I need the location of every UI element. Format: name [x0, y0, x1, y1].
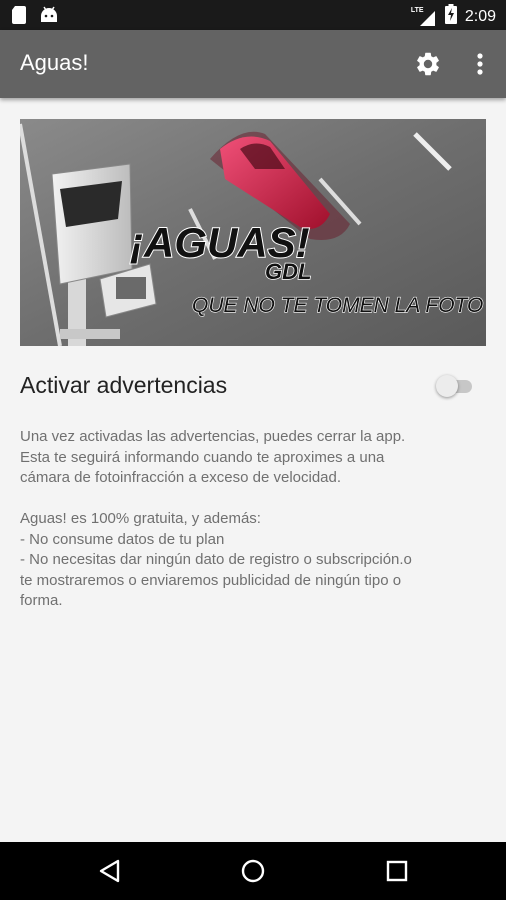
description-line: Aguas! es 100% gratuita, y además:	[20, 510, 261, 527]
description-line: - No necesitas dar ningún dato de regist…	[20, 551, 412, 568]
app-title: Aguas!	[20, 50, 89, 75]
promo-banner: ¡AGUAS! GDL QUE NO TE TOMEN LA FOTO	[20, 119, 486, 346]
navigation-bar	[0, 842, 506, 900]
recents-icon[interactable]	[382, 856, 412, 886]
banner-tagline: QUE NO TE TOMEN LA FOTO	[192, 294, 483, 317]
app-bar: Aguas!	[0, 30, 506, 98]
description-line: te mostraremos o enviaremos publicidad d…	[20, 571, 402, 589]
description-line: cámara de fotoinfracción a exceso de vel…	[20, 469, 342, 486]
lte-signal-icon: LTE	[411, 7, 437, 27]
banner-subhead: GDL	[265, 259, 311, 284]
home-icon[interactable]	[238, 856, 268, 886]
activate-warnings-label: Activar advertencias	[20, 372, 228, 398]
overflow-menu-icon[interactable]	[470, 50, 490, 78]
activate-warnings-switch[interactable]	[436, 374, 476, 398]
description-line: Esta te seguirá informando cuando te apr…	[20, 448, 385, 466]
sd-card-icon	[12, 6, 26, 29]
switch-thumb	[436, 375, 458, 397]
settings-icon[interactable]	[414, 50, 442, 78]
description-line: - No consume datos de tu plan	[20, 530, 225, 548]
description: Una vez activadas las advertencias, pued…	[20, 427, 490, 612]
battery-icon	[444, 4, 457, 29]
activate-warnings-row[interactable]: Activar advertencias	[20, 362, 486, 410]
status-bar: LTE 2:09	[0, 0, 506, 30]
back-icon[interactable]	[96, 856, 126, 886]
description-line: forma.	[20, 592, 63, 609]
android-icon	[40, 6, 58, 29]
description-line: Una vez activadas las advertencias, pued…	[20, 428, 406, 445]
clock: 2:09	[464, 7, 496, 25]
